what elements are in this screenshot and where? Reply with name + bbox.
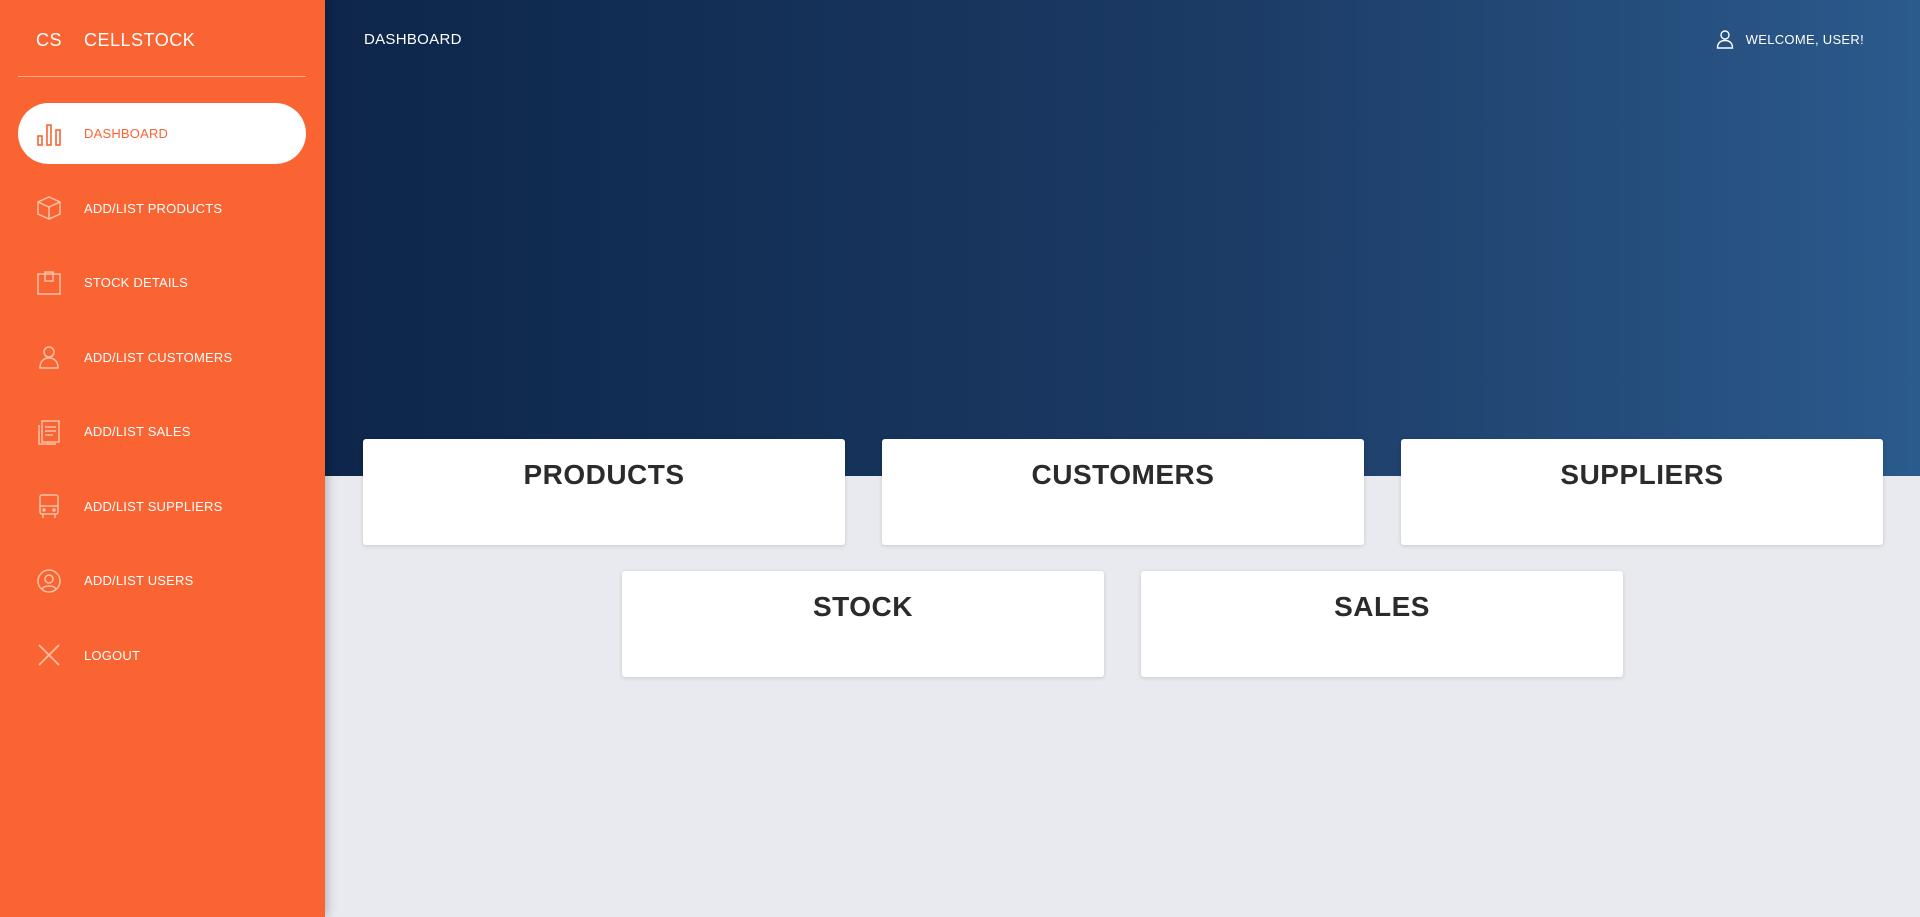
sidebar-item-label: LOGOUT (84, 647, 141, 663)
card-customers[interactable]: CUSTOMERS (882, 439, 1364, 545)
card-title: SUPPLIERS (1560, 459, 1724, 490)
card-title: CUSTOMERS (1031, 459, 1215, 490)
user-icon (1714, 28, 1736, 50)
sidebar-divider (18, 76, 306, 77)
sidebar-item-label: ADD/LIST SUPPLIERS (84, 498, 223, 514)
sidebar-item-dashboard[interactable]: DASHBOARD (18, 103, 306, 164)
sidebar-item-label: ADD/LIST USERS (84, 573, 194, 588)
card-stock[interactable]: STOCK (622, 571, 1104, 677)
card-sales[interactable]: SALES (1141, 571, 1623, 677)
sidebar-item-suppliers[interactable]: ADD/LIST SUPPLIERS (18, 476, 306, 537)
sidebar-item-products[interactable]: ADD/LIST PRODUCTS (18, 178, 306, 239)
package-icon (34, 268, 64, 298)
sidebar-item-label: ADD/LIST PRODUCTS (84, 200, 223, 216)
sidebar-item-logout[interactable]: LOGOUT (18, 625, 306, 686)
sidebar-item-users[interactable]: ADD/LIST USERS (18, 550, 306, 611)
user-circle-icon (34, 566, 64, 596)
page-title: DASHBOARD (364, 31, 462, 48)
sidebar-item-stock-details[interactable]: STOCK DETAILS (18, 252, 306, 313)
brand-mini: CS (36, 30, 63, 50)
user-menu[interactable]: WELCOME, USER! (1714, 28, 1864, 50)
main-content: DASHBOARD WELCOME, USER! PRODUCTS CUSTOM… (325, 0, 1920, 917)
bar-chart-icon (34, 119, 64, 149)
card-title: STOCK (813, 591, 913, 622)
close-icon (34, 640, 64, 670)
sidebar-nav: DASHBOARD ADD/LIST PRODUCTS STOCK DETAIL… (18, 103, 306, 699)
sidebar-item-sales[interactable]: ADD/LIST SALES (18, 401, 306, 462)
card-suppliers[interactable]: SUPPLIERS (1401, 439, 1883, 545)
box-icon (34, 193, 64, 223)
card-title: SALES (1334, 591, 1430, 622)
card-products[interactable]: PRODUCTS (363, 439, 845, 545)
brand-name: CELLSTOCK (84, 30, 196, 50)
sidebar-item-label: ADD/LIST SALES (84, 424, 191, 439)
user-icon (34, 342, 64, 372)
truck-icon (34, 491, 64, 521)
sidebar: CS CELLSTOCK DASHBOARD ADD/LIST PRODUCTS (0, 0, 325, 917)
receipt-icon (34, 417, 64, 447)
card-title: PRODUCTS (523, 459, 685, 490)
sidebar-item-customers[interactable]: ADD/LIST CUSTOMERS (18, 327, 306, 388)
sidebar-item-label: ADD/LIST CUSTOMERS (84, 349, 233, 365)
sidebar-item-label: STOCK DETAILS (84, 275, 188, 290)
brand[interactable]: CS CELLSTOCK (36, 30, 195, 51)
welcome-text: WELCOME, USER! (1745, 31, 1864, 47)
hero-banner: DASHBOARD WELCOME, USER! (325, 0, 1920, 476)
sidebar-item-label: DASHBOARD (84, 126, 169, 141)
